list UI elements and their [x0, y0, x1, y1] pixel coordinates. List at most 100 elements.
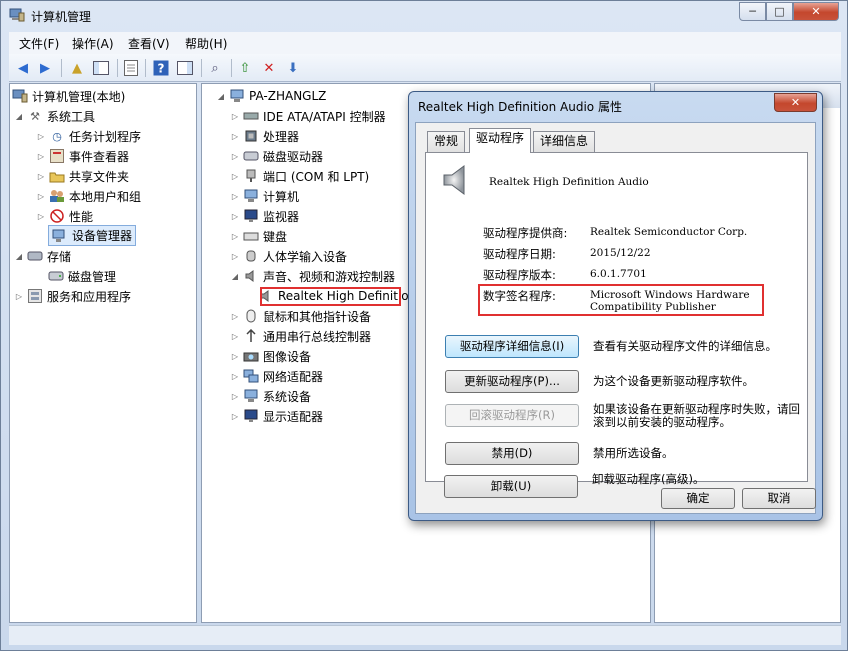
- expand-arrow-icon[interactable]: ▷: [230, 132, 240, 141]
- tab-driver[interactable]: 驱动程序: [469, 128, 532, 153]
- dialog-close-button[interactable]: ✕: [774, 93, 817, 112]
- device-category-sound[interactable]: ◢ 声音、视频和游戏控制器: [230, 266, 395, 286]
- action-pane-icon[interactable]: [175, 58, 195, 78]
- version-value: 6.0.1.7701: [590, 268, 647, 280]
- tools-icon: ⚒: [30, 109, 40, 123]
- expand-arrow-icon[interactable]: ▷: [230, 332, 240, 341]
- device-category[interactable]: ▷ 系统设备: [230, 386, 311, 406]
- tree-item-device-manager[interactable]: 设备管理器: [48, 225, 137, 246]
- expand-arrow-icon[interactable]: ▷: [230, 312, 240, 321]
- device-category[interactable]: ▷ 处理器: [230, 126, 299, 146]
- tree-item-computer-management[interactable]: 计算机管理(本地): [12, 86, 125, 106]
- device-category[interactable]: ▷ IDE ATA/ATAPI 控制器: [230, 106, 386, 126]
- expand-arrow-icon[interactable]: ▷: [230, 232, 240, 241]
- properties-icon[interactable]: [121, 58, 141, 78]
- collapse-arrow-icon[interactable]: ◢: [230, 272, 240, 281]
- expand-arrow-icon[interactable]: ▷: [230, 152, 240, 161]
- expand-arrow-icon[interactable]: ▷: [230, 192, 240, 201]
- disable-device-icon[interactable]: ⬇: [283, 58, 303, 78]
- expand-arrow-icon[interactable]: ▷: [230, 352, 240, 361]
- collapse-arrow-icon[interactable]: ◢: [216, 92, 226, 101]
- device-category[interactable]: ▷ 监视器: [230, 206, 299, 226]
- device-category[interactable]: ▷ 计算机: [230, 186, 299, 206]
- tree-item-system-tools[interactable]: ◢ ⚒ 系统工具: [14, 106, 95, 126]
- cancel-button[interactable]: 取消: [742, 488, 816, 509]
- storage-icon: [27, 248, 43, 264]
- device-category[interactable]: ▷ 键盘: [230, 226, 287, 246]
- expand-arrow-icon[interactable]: ▷: [230, 252, 240, 261]
- device-category[interactable]: ▷ 人体学输入设备: [230, 246, 347, 266]
- uninstall-icon[interactable]: ✕: [259, 58, 279, 78]
- driver-details-button[interactable]: 驱动程序详细信息(I): [445, 335, 579, 358]
- maximize-button[interactable]: □: [766, 2, 793, 21]
- expand-arrow-icon[interactable]: ▷: [14, 292, 24, 301]
- update-driver-button[interactable]: 更新驱动程序(P)...: [445, 370, 579, 393]
- expand-arrow-icon[interactable]: ▷: [230, 372, 240, 381]
- forward-arrow-icon[interactable]: ▶: [35, 58, 55, 78]
- tree-item-task-scheduler[interactable]: ▷ ◷ 任务计划程序: [36, 126, 141, 146]
- tree-item-local-users[interactable]: ▷ 本地用户和组: [36, 186, 141, 206]
- tree-item-disk-management[interactable]: 磁盘管理: [48, 266, 116, 286]
- navigation-tree: 计算机管理(本地) ◢ ⚒ 系统工具 ▷ ◷ 任务计划程序 ▷ 事件查看器 ▷ …: [9, 83, 197, 623]
- shared-folder-icon: [49, 168, 65, 184]
- close-button[interactable]: ✕: [793, 2, 839, 21]
- expand-arrow-icon[interactable]: ▷: [36, 212, 46, 221]
- network-icon: [243, 368, 259, 384]
- driver-details-desc: 查看有关驱动程序文件的详细信息。: [593, 339, 777, 353]
- menu-action[interactable]: 操作(A): [72, 35, 114, 52]
- menu-file[interactable]: 文件(F): [19, 35, 59, 52]
- expand-arrow-icon[interactable]: ▷: [230, 112, 240, 121]
- menu-view[interactable]: 查看(V): [128, 35, 170, 52]
- device-category[interactable]: ▷ 通用串行总线控制器: [230, 326, 371, 346]
- speaker-icon: [243, 268, 259, 284]
- update-driver-icon[interactable]: ⇧: [235, 58, 255, 78]
- computer-icon: [229, 88, 245, 104]
- tree-item-shared-folders[interactable]: ▷ 共享文件夹: [36, 166, 129, 186]
- disk-icon: [48, 268, 64, 284]
- scan-hardware-icon[interactable]: ⌕: [205, 58, 225, 78]
- collapse-arrow-icon[interactable]: ◢: [14, 252, 24, 261]
- uninstall-desc: 卸载驱动程序(高级)。: [592, 472, 705, 486]
- device-category[interactable]: ▷ 图像设备: [230, 346, 311, 366]
- collapse-arrow-icon[interactable]: ◢: [14, 112, 24, 121]
- help-icon[interactable]: ?: [151, 58, 171, 78]
- minimize-button[interactable]: ─: [739, 2, 766, 21]
- tab-general[interactable]: 常规: [427, 131, 466, 152]
- tab-details[interactable]: 详细信息: [533, 131, 596, 152]
- expand-arrow-icon[interactable]: ▷: [36, 132, 46, 141]
- title-bar[interactable]: 计算机管理 ─ □ ✕: [1, 1, 847, 31]
- up-folder-icon[interactable]: ▲: [67, 58, 87, 78]
- tree-item-storage[interactable]: ◢ 存储: [14, 246, 71, 266]
- device-category[interactable]: ▷ 鼠标和其他指针设备: [230, 306, 371, 326]
- monitor-icon: [243, 208, 259, 224]
- rollback-driver-button[interactable]: 回滚驱动程序(R): [445, 404, 579, 427]
- expand-arrow-icon[interactable]: ▷: [36, 172, 46, 181]
- disable-button[interactable]: 禁用(D): [445, 442, 579, 465]
- expand-arrow-icon[interactable]: ▷: [36, 192, 46, 201]
- svg-text:?: ?: [158, 62, 165, 76]
- dialog-body: 常规 驱动程序 详细信息 Realtek High Definition Aud…: [415, 122, 816, 514]
- tree-item-event-viewer[interactable]: ▷ 事件查看器: [36, 146, 129, 166]
- expand-arrow-icon[interactable]: ▷: [36, 152, 46, 161]
- expand-arrow-icon[interactable]: ▷: [230, 412, 240, 421]
- tree-item-services[interactable]: ▷ 服务和应用程序: [14, 286, 131, 306]
- device-category[interactable]: ▷ 显示适配器: [230, 406, 323, 426]
- show-hide-tree-icon[interactable]: [91, 58, 111, 78]
- device-category[interactable]: ▷ 网络适配器: [230, 366, 323, 386]
- expand-arrow-icon[interactable]: ▷: [230, 212, 240, 221]
- date-label: 驱动程序日期:: [483, 247, 556, 261]
- device-manager-icon: [52, 228, 68, 244]
- tree-item-performance[interactable]: ▷ 性能: [36, 206, 93, 226]
- expand-arrow-icon[interactable]: ▷: [230, 172, 240, 181]
- device-tree-root[interactable]: ◢ PA-ZHANGLZ: [216, 86, 326, 106]
- device-category[interactable]: ▷ 磁盘驱动器: [230, 146, 323, 166]
- ok-button[interactable]: 确定: [661, 488, 735, 509]
- highlight-box: [260, 287, 401, 306]
- toolbar: ◀ ▶ ▲ ? ⌕ ⇧ ✕ ⬇: [9, 54, 841, 82]
- users-icon: [49, 188, 65, 204]
- expand-arrow-icon[interactable]: ▷: [230, 392, 240, 401]
- uninstall-button[interactable]: 卸载(U): [444, 475, 578, 498]
- menu-help[interactable]: 帮助(H): [185, 35, 227, 52]
- back-arrow-icon[interactable]: ◀: [13, 58, 33, 78]
- device-category[interactable]: ▷ 端口 (COM 和 LPT): [230, 166, 369, 186]
